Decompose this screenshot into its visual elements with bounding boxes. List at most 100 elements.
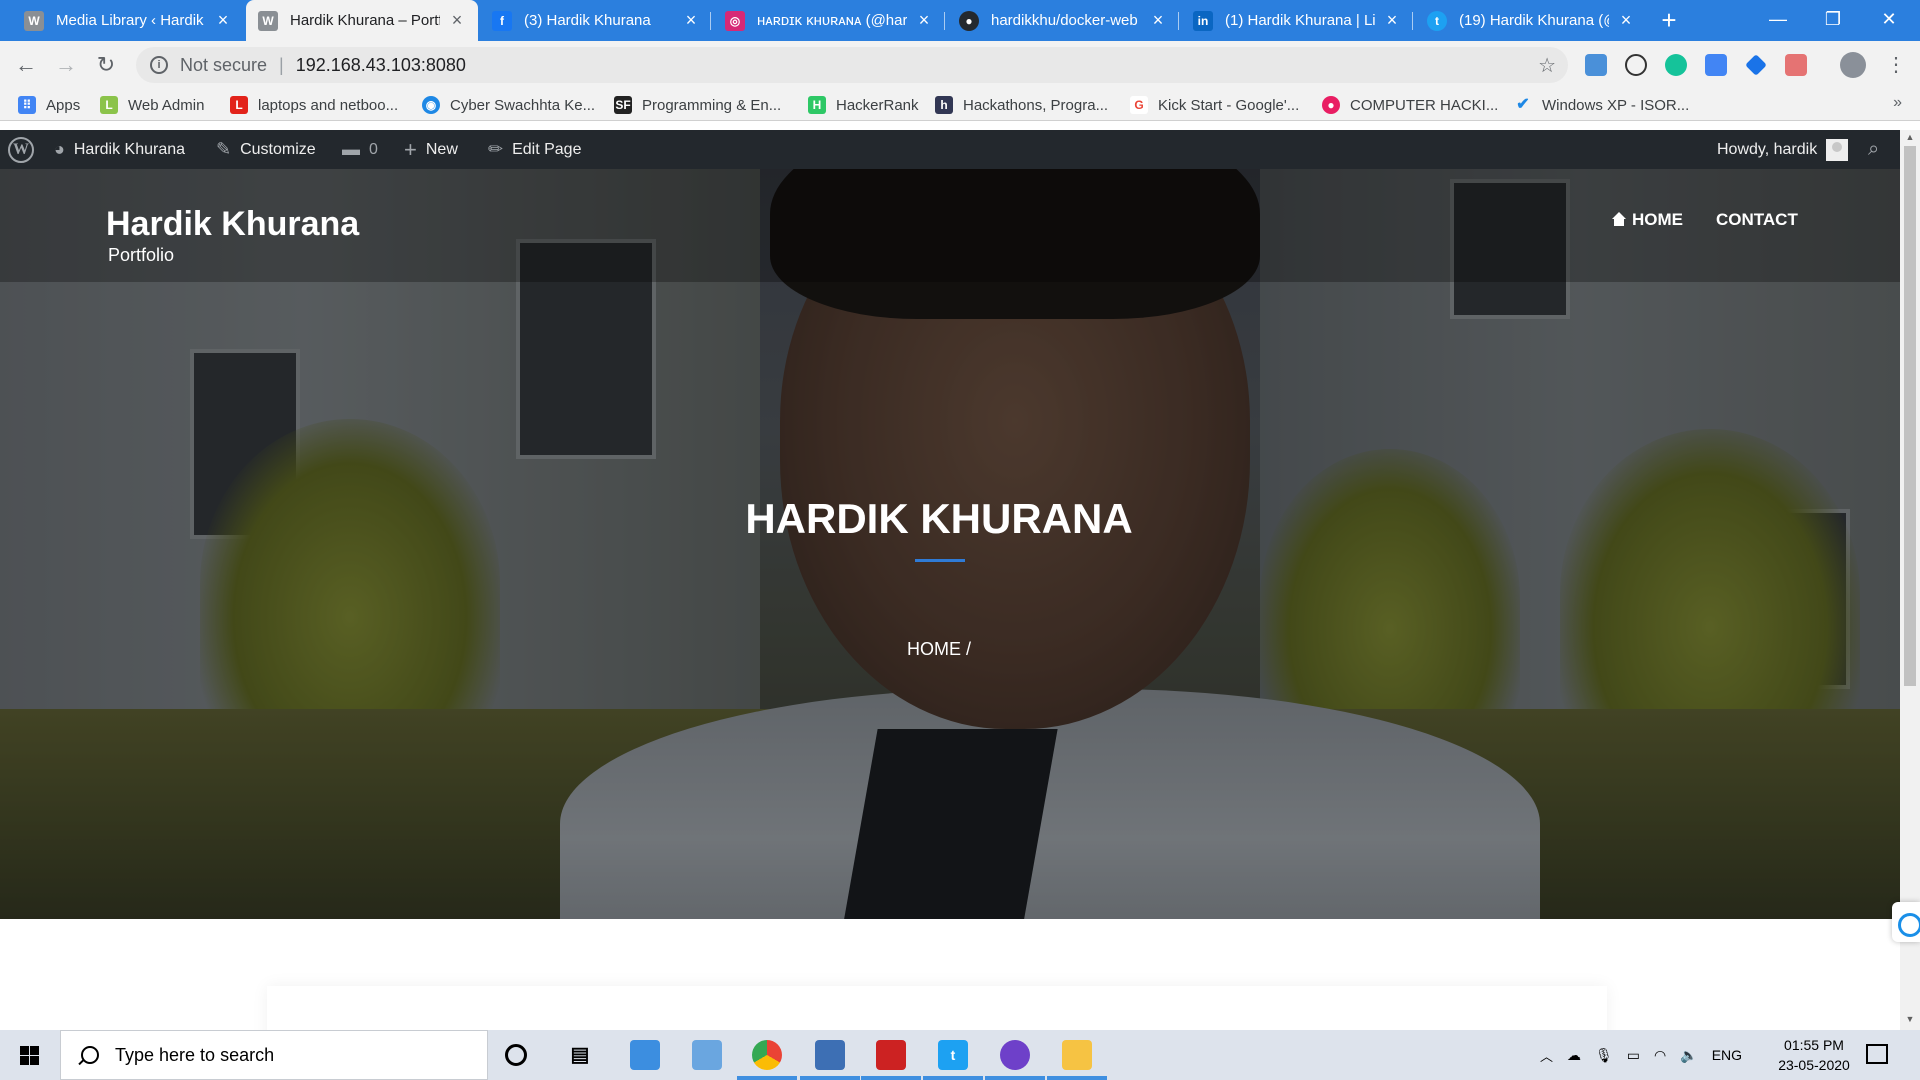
bookmark-web-admin[interactable]: L Web Admin (100, 95, 204, 115)
close-icon[interactable]: × (448, 10, 466, 31)
minimize-button[interactable]: — (1755, 0, 1801, 41)
clock-time: 01:55 PM (1784, 1037, 1844, 1053)
bookmark-programming[interactable]: SF Programming & En... (614, 95, 781, 115)
bookmarks-overflow-button[interactable]: » (1893, 94, 1902, 112)
hackerrank-icon: H (808, 96, 826, 114)
scroll-down-arrow-icon[interactable]: ▼ (1900, 1014, 1920, 1028)
info-icon[interactable]: i (150, 56, 168, 74)
reload-button[interactable]: ↻ (90, 49, 122, 81)
tab-facebook[interactable]: f (3) Hardik Khurana × (480, 0, 712, 41)
google-icon: G (1130, 96, 1148, 114)
bookmark-label: Programming & En... (642, 96, 782, 114)
speedometer-extension-icon[interactable] (1625, 54, 1647, 76)
wp-customize[interactable]: ✎ Customize (216, 130, 316, 169)
tab-twitter[interactable]: t (19) Hardik Khurana (@ × (1415, 0, 1647, 41)
page-scrollbar[interactable]: ▲ ▼ (1900, 130, 1920, 1030)
bookmark-cyber-swachhta[interactable]: ◉ Cyber Swachhta Ke... (422, 95, 595, 115)
tab-linkedin[interactable]: in (1) Hardik Khurana | Lin × (1181, 0, 1413, 41)
bookmark-hackerearth[interactable]: h Hackathons, Progra... (935, 95, 1108, 115)
taskbar-clock[interactable]: 01:55 PM 23-05-2020 (1764, 1035, 1864, 1075)
back-button[interactable]: ← (10, 49, 42, 81)
bookmark-label: COMPUTER HACKI... (1350, 96, 1499, 114)
nav-contact[interactable]: CONTACT (1716, 210, 1798, 230)
chrome-icon[interactable] (752, 1040, 782, 1070)
tab-title: (1) Hardik Khurana | Lin (1225, 12, 1375, 29)
bookmark-label: Hackathons, Progra... (963, 96, 1109, 114)
task-view-icon[interactable]: ▤ (565, 1040, 595, 1070)
notification-center-icon[interactable] (1866, 1044, 1888, 1064)
github-desktop-icon[interactable] (1000, 1040, 1030, 1070)
system-tray: ︿ ☁ 🎙 ▭ ◠ 🔈 ENG (1540, 1030, 1742, 1080)
close-icon[interactable]: × (1383, 10, 1401, 31)
google-translate-icon[interactable] (1705, 54, 1727, 76)
redhat-icon[interactable] (876, 1040, 906, 1070)
tab-github[interactable]: ● hardikkhu/docker-web × (947, 0, 1179, 41)
cortana-icon[interactable] (505, 1044, 527, 1066)
wp-account-menu[interactable]: Howdy, hardik (1717, 130, 1849, 169)
language-indicator[interactable]: ENG (1712, 1047, 1742, 1063)
bookmark-star-icon[interactable]: ☆ (1538, 53, 1556, 78)
computer-icon[interactable] (630, 1040, 660, 1070)
security-indicator[interactable]: Not secure (180, 55, 267, 76)
bookmark-apps[interactable]: ⠿ Apps (18, 95, 80, 115)
nav-home[interactable]: HOME (1612, 210, 1683, 230)
tab-media-library[interactable]: W Media Library ‹ Hardik × (12, 0, 244, 41)
file-explorer-icon[interactable] (1062, 1040, 1092, 1070)
profile-avatar-icon[interactable] (1840, 52, 1866, 78)
wp-site-name[interactable]: ◕ Hardik Khurana (54, 130, 185, 169)
teamviewer-widget-icon[interactable] (1892, 902, 1920, 942)
virtualbox-icon[interactable] (815, 1040, 845, 1070)
bookmark-hackerrank[interactable]: H HackerRank (808, 95, 919, 115)
control-panel-icon[interactable] (692, 1040, 722, 1070)
microphone-icon[interactable]: 🎙 (1595, 1047, 1613, 1064)
nav-contact-label: CONTACT (1716, 210, 1798, 229)
chrome-menu-icon[interactable]: ⋮ (1880, 49, 1912, 81)
shield-extension-icon[interactable] (1745, 54, 1767, 76)
tab-instagram[interactable]: ◎ ʜᴀʀᴅɪᴋ ᴋʜᴜʀᴀɴᴀ (@har × (713, 0, 945, 41)
twitter-app-icon[interactable]: t (938, 1040, 968, 1070)
search-icon: ⌕ (1868, 138, 1880, 160)
twitter-running-indicator (923, 1076, 983, 1080)
tab-divider (1412, 12, 1413, 30)
bookmark-laptops[interactable]: L laptops and netboo... (230, 95, 398, 115)
wp-logo-button[interactable]: W (8, 130, 34, 169)
chevron-up-icon[interactable]: ︿ (1540, 1046, 1553, 1065)
url-text[interactable]: 192.168.43.103:8080 (296, 55, 466, 76)
close-window-button[interactable]: ✕ (1866, 0, 1912, 41)
volume-icon[interactable]: 🔈 (1680, 1047, 1697, 1064)
close-icon[interactable]: × (915, 10, 933, 31)
bookmark-kick-start[interactable]: G Kick Start - Google'... (1130, 95, 1299, 115)
linkedin-icon: in (1193, 10, 1213, 31)
bookmark-windows-xp[interactable]: ✔ Windows XP - ISOR... (1514, 95, 1689, 115)
wp-comments[interactable]: ▬ 0 (342, 130, 378, 169)
maximize-button[interactable]: ❐ (1810, 0, 1856, 41)
breadcrumb[interactable]: HOME / (0, 639, 1878, 660)
grammarly-extension-icon[interactable] (1665, 54, 1687, 76)
forward-button[interactable]: → (50, 49, 82, 81)
start-button[interactable] (0, 1030, 58, 1080)
close-icon[interactable]: × (1149, 10, 1167, 31)
pdf-extension-icon[interactable] (1785, 54, 1807, 76)
github-icon: ● (959, 10, 979, 31)
translate-extension-icon[interactable] (1585, 54, 1607, 76)
onedrive-icon[interactable]: ☁ (1567, 1047, 1581, 1064)
twitter-icon: t (1427, 10, 1447, 31)
wifi-icon[interactable]: ◠ (1654, 1047, 1666, 1064)
close-icon[interactable]: × (214, 10, 232, 31)
bookmark-computer-hacking[interactable]: ● COMPUTER HACKI... (1322, 95, 1498, 115)
wp-search-button[interactable]: ⌕ (1868, 130, 1879, 169)
wp-edit-page[interactable]: ✏ Edit Page (488, 130, 581, 169)
site-header: Hardik Khurana Portfolio HOME CONTACT (0, 169, 1900, 282)
address-bar[interactable]: i Not secure | 192.168.43.103:8080 ☆ (136, 47, 1568, 83)
scrollbar-thumb[interactable] (1904, 146, 1916, 686)
close-icon[interactable]: × (1617, 10, 1635, 31)
site-title[interactable]: Hardik Khurana (106, 205, 359, 244)
wp-new-content[interactable]: + New (404, 130, 458, 169)
tab-portfolio[interactable]: W Hardik Khurana – Portfo × (246, 0, 478, 41)
new-tab-button[interactable]: + (1655, 6, 1683, 34)
taskbar-search[interactable]: Type here to search (60, 1030, 488, 1080)
scroll-up-arrow-icon[interactable]: ▲ (1900, 132, 1920, 146)
tab-title: (3) Hardik Khurana (524, 12, 651, 29)
battery-icon[interactable]: ▭ (1627, 1047, 1640, 1064)
close-icon[interactable]: × (682, 10, 700, 31)
